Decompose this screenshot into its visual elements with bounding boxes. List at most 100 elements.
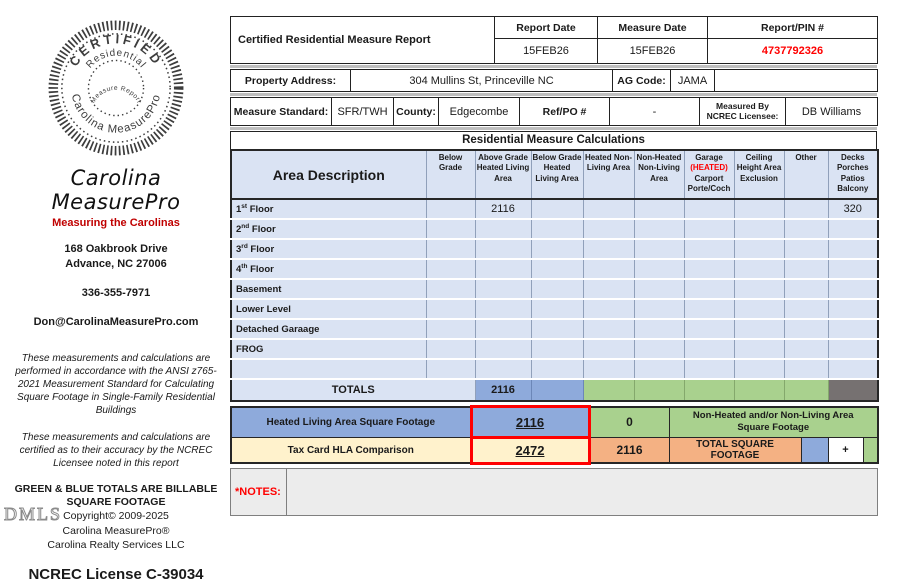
hla-label: Heated Living Area Square Footage bbox=[230, 406, 472, 438]
col-header-area-description: Area Description bbox=[230, 150, 427, 200]
cell bbox=[582, 239, 635, 260]
cell bbox=[733, 339, 785, 360]
table-row-detached-garage: Detached Garaage bbox=[230, 319, 879, 340]
total-sqft-label: TOTAL SQUARE FOOTAGE bbox=[668, 437, 802, 464]
cell bbox=[683, 279, 735, 300]
cell bbox=[582, 259, 635, 280]
cell bbox=[733, 259, 785, 280]
cell bbox=[474, 279, 532, 300]
cell bbox=[783, 359, 829, 380]
table-row-1st-floor: 1st Floor 2116 320 bbox=[230, 199, 879, 220]
cell bbox=[827, 319, 879, 340]
report-title: Certified Residential Measure Report bbox=[230, 16, 495, 64]
cell bbox=[683, 239, 735, 260]
green-swatch-cell bbox=[862, 437, 879, 464]
cell bbox=[425, 259, 476, 280]
totals-nonheated-nonliving bbox=[633, 378, 685, 401]
cell bbox=[783, 199, 829, 220]
cell bbox=[733, 299, 785, 320]
col-header-heated-nonliving: Heated Non-Living Area bbox=[582, 150, 635, 200]
property-address-table: Property Address: 304 Mullins St, Prince… bbox=[230, 69, 878, 92]
cell bbox=[633, 359, 685, 380]
cell bbox=[827, 219, 879, 240]
cell bbox=[474, 319, 532, 340]
cell bbox=[633, 239, 685, 260]
measure-date-label: Measure Date bbox=[597, 16, 708, 39]
cell bbox=[633, 279, 685, 300]
cell bbox=[827, 299, 879, 320]
col-header-other: Other bbox=[783, 150, 829, 200]
cell bbox=[530, 319, 584, 340]
cell bbox=[683, 359, 735, 380]
phone-number: 336-355-7971 bbox=[81, 286, 151, 299]
empty-cell bbox=[714, 69, 878, 92]
totals-label: TOTALS bbox=[230, 378, 476, 401]
company-name-2: Carolina Realty Services LLC bbox=[47, 538, 185, 551]
plus-cell: + bbox=[827, 437, 864, 464]
property-address-value: 304 Mullins St, Princeville NC bbox=[350, 69, 613, 92]
col-header-garage: Garage (HEATED) Carport Porte/Coch bbox=[683, 150, 735, 200]
report-date-label: Report Date bbox=[494, 16, 598, 39]
disclaimer-ansi: These measurements and calculations are … bbox=[15, 352, 217, 417]
dmls-watermark: DMLS bbox=[3, 504, 63, 525]
pin-value: 4737792326 bbox=[707, 38, 878, 64]
table-row-4th-floor: 4th Floor bbox=[230, 259, 879, 280]
cell bbox=[425, 359, 476, 380]
non-heated-value: 0 bbox=[588, 406, 670, 438]
cell bbox=[783, 239, 829, 260]
row-label: FROG bbox=[230, 339, 427, 360]
col-header-nonheated-nonliving: Non-Heated Non-Living Area bbox=[633, 150, 685, 200]
cell bbox=[827, 279, 879, 300]
measure-standard-value: SFR/TWH bbox=[331, 97, 394, 126]
cell bbox=[783, 319, 829, 340]
tax-card-comparison-row: Tax Card HLA Comparison 2472 2116 TOTAL … bbox=[230, 436, 879, 465]
cell bbox=[633, 199, 685, 220]
row-label: Lower Level bbox=[230, 299, 427, 320]
stamp-seal-graphic: CERTIFIED Residential Carolina MeasurePr… bbox=[48, 20, 184, 156]
disclaimer-certified: These measurements and calculations are … bbox=[19, 431, 213, 469]
cell bbox=[425, 219, 476, 240]
cell bbox=[425, 199, 476, 220]
cell bbox=[530, 359, 584, 380]
cell bbox=[582, 279, 635, 300]
sidebar: CERTIFIED Residential Carolina MeasurePr… bbox=[8, 8, 224, 583]
cell bbox=[683, 259, 735, 280]
cell bbox=[425, 299, 476, 320]
county-label: County: bbox=[393, 97, 439, 126]
summary-table: Heated Living Area Square Footage 2116 0… bbox=[230, 405, 879, 465]
cell bbox=[530, 239, 584, 260]
cell bbox=[582, 319, 635, 340]
table-row-lower-level: Lower Level bbox=[230, 299, 879, 320]
cell bbox=[683, 199, 735, 220]
report-body: Certified Residential Measure Report Rep… bbox=[230, 16, 879, 516]
row-label bbox=[230, 359, 427, 380]
ag-code-label: AG Code: bbox=[612, 69, 671, 92]
row-label: 4th Floor bbox=[230, 259, 427, 280]
cell bbox=[530, 199, 584, 220]
cell bbox=[633, 319, 685, 340]
cell bbox=[783, 219, 829, 240]
cell bbox=[474, 259, 532, 280]
totals-other bbox=[783, 378, 829, 401]
svg-text:Measure Report: Measure Report bbox=[90, 85, 143, 105]
calc-section-title: Residential Measure Calculations bbox=[230, 131, 877, 149]
table-row-2nd-floor: 2nd Floor bbox=[230, 219, 879, 240]
cell bbox=[733, 219, 785, 240]
address-line1: 168 Oakbrook Drive bbox=[64, 243, 168, 255]
garage-heated-red-label: (HEATED) bbox=[690, 163, 728, 173]
hla-value: 2116 bbox=[469, 405, 591, 439]
totals-garage bbox=[683, 378, 735, 401]
cell bbox=[474, 299, 532, 320]
certified-stamp-seal: CERTIFIED Residential Carolina MeasurePr… bbox=[40, 12, 192, 164]
ag-code-value: JAMA bbox=[670, 69, 715, 92]
cell bbox=[683, 339, 735, 360]
property-address-label: Property Address: bbox=[230, 69, 351, 92]
brand-name: Carolina MeasurePro bbox=[51, 166, 181, 214]
calculations-table: Area Description Below Grade Above Grade… bbox=[230, 149, 879, 402]
col-header-below-grade-hla: Below Grade Heated Living Area bbox=[530, 150, 584, 200]
totals-above-grade-hla: 2116 bbox=[474, 378, 532, 401]
totals-heated-nonliving bbox=[582, 378, 635, 401]
non-heated-label: Non-Heated and/or Non-Living Area Square… bbox=[668, 406, 879, 438]
cell bbox=[783, 339, 829, 360]
totals-decks bbox=[827, 378, 879, 401]
